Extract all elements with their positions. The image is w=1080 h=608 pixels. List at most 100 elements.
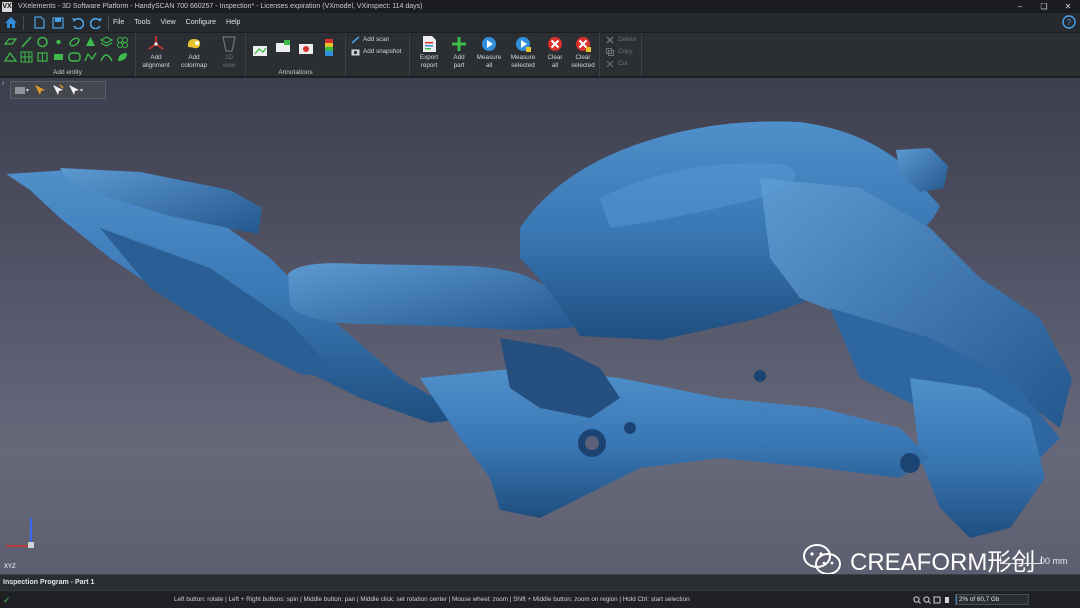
measure-selected-button[interactable]: Measure selected	[506, 35, 540, 70]
ellipse-entity-icon[interactable]	[67, 35, 81, 48]
memory-usage: 2% of 60,7 Gb	[955, 594, 1029, 605]
add-scan-button[interactable]: Add scan	[350, 35, 389, 44]
layers-entity-icon[interactable]	[99, 35, 113, 48]
grid-entity-icon[interactable]	[19, 50, 33, 63]
scan-icon	[350, 35, 360, 44]
add-snapshot-label: Add snapshot	[363, 48, 402, 55]
mouse-hints: Left button: rotate | Left + Right butto…	[174, 596, 690, 603]
menu-view[interactable]: View	[161, 19, 176, 26]
add-scan-label: Add scan	[363, 36, 390, 43]
add-colormap-label: Add colormap	[181, 54, 207, 69]
menu-separator	[108, 15, 109, 30]
menu-separator	[23, 15, 24, 30]
home-icon[interactable]	[3, 15, 19, 31]
wechat-icon	[803, 543, 841, 574]
report-icon	[420, 35, 438, 53]
line-entity-icon[interactable]	[19, 35, 33, 48]
alignment-group: Add alignment Add colormap 2D view	[136, 33, 246, 77]
leaf-entity-icon[interactable]	[115, 50, 129, 63]
copy-button[interactable]: Copy	[605, 47, 633, 56]
annotation-label-icon[interactable]	[274, 39, 292, 53]
close-button[interactable]: ✕	[1056, 0, 1080, 13]
cone-entity-icon[interactable]	[83, 35, 97, 48]
export-report-button[interactable]: Export report	[412, 35, 446, 70]
add-alignment-label: Add alignment	[142, 54, 170, 69]
scanned-motorcycle-model[interactable]	[0, 78, 1080, 574]
rectangle-entity-icon[interactable]	[51, 50, 65, 63]
zoom-out-icon[interactable]	[922, 595, 931, 604]
memory-fill	[956, 595, 958, 604]
sphere-entity-icon[interactable]	[67, 50, 81, 63]
help-icon[interactable]: ?	[1062, 15, 1076, 29]
add-part-button[interactable]: Add part	[442, 35, 476, 70]
title-bar: VX VXelements - 3D Software Platform - H…	[0, 0, 1080, 13]
inspection-program-panel[interactable]: Inspection Program - Part 1	[0, 574, 1080, 590]
plane-entity-icon[interactable]	[3, 35, 17, 48]
annotations-group: Annotations	[246, 33, 346, 77]
annotation-deviation-icon[interactable]	[252, 43, 270, 57]
scan-group: Add scan Add snapshot	[346, 33, 410, 77]
delete-button[interactable]: Delete	[605, 35, 636, 44]
zoom-in-icon[interactable]	[912, 595, 921, 604]
plus-icon	[450, 35, 468, 53]
measure-selected-icon	[514, 35, 532, 53]
entity-grid	[3, 35, 131, 65]
view-2d-button[interactable]: 2D view	[212, 35, 246, 70]
measure-selected-label: Measure selected	[510, 54, 536, 69]
new-file-icon[interactable]	[31, 15, 47, 31]
window-title: VXelements - 3D Software Platform - Hand…	[18, 3, 423, 10]
annotation-colorscale-icon[interactable]	[322, 39, 336, 57]
curve-entity-icon[interactable]	[99, 50, 113, 63]
minimize-button[interactable]: –	[1008, 0, 1032, 13]
add-part-label: Add part	[453, 54, 465, 69]
watermark-text: CREAFORM形创	[850, 549, 1036, 574]
slot-entity-icon[interactable]	[3, 50, 17, 63]
measure-all-button[interactable]: Measure all	[472, 35, 506, 70]
delete-label: Delete	[618, 36, 637, 43]
menu-bar: File Tools View Configure Help ?	[0, 13, 1080, 33]
menu-tools[interactable]: Tools	[134, 19, 150, 26]
annotation-gdt-icon[interactable]	[298, 41, 316, 55]
save-icon[interactable]	[50, 15, 66, 31]
clear-selected-icon	[574, 35, 592, 53]
clear-selected-label: Clear selected	[571, 54, 595, 69]
polyline-entity-icon[interactable]	[83, 50, 97, 63]
restore-button[interactable]: ❑	[1032, 0, 1056, 13]
colormap-icon	[185, 35, 203, 53]
menu-help[interactable]: Help	[226, 19, 240, 26]
cylinder-entity-icon[interactable]	[35, 50, 49, 63]
mount-hole-5	[754, 370, 766, 382]
panel-title: Inspection Program - Part 1	[3, 579, 95, 586]
redo-icon[interactable]	[88, 15, 104, 31]
add-snapshot-button[interactable]: Add snapshot	[350, 47, 402, 56]
watermark: CREAFORM形创	[802, 542, 1035, 574]
clear-selected-button[interactable]: Clear selected	[566, 35, 600, 70]
circle-entity-icon[interactable]	[35, 35, 49, 48]
export-report-label: Export report	[419, 54, 439, 69]
app-logo: VX	[2, 1, 12, 12]
cut-button[interactable]: Cut	[605, 59, 628, 68]
alignment-icon	[147, 35, 165, 53]
add-entity-label: Add entity	[53, 69, 82, 76]
add-colormap-button[interactable]: Add colormap	[177, 35, 211, 70]
frame-belly	[420, 368, 930, 518]
fit-view-icon[interactable]	[932, 595, 941, 604]
point-entity-icon[interactable]	[51, 35, 65, 48]
axis-label: XYZ	[4, 564, 16, 570]
copy-label: Copy	[618, 48, 633, 55]
multi-circle-entity-icon[interactable]	[115, 35, 129, 48]
copy-icon	[605, 47, 615, 56]
menu-file[interactable]: File	[113, 19, 124, 26]
3d-viewport[interactable]: › XYZ 00 mm CREAFORM形创	[0, 78, 1080, 574]
mount-hole-2	[585, 436, 599, 450]
view-2d-icon	[220, 35, 238, 53]
mount-hole-4	[624, 422, 636, 434]
undo-icon[interactable]	[69, 15, 85, 31]
edit-group: Delete Copy Cut	[600, 33, 642, 77]
cut-icon	[605, 59, 615, 68]
annotations-label: Annotations	[278, 69, 313, 76]
memory-icon	[942, 595, 951, 604]
add-alignment-button[interactable]: Add alignment	[139, 35, 173, 70]
menu-configure[interactable]: Configure	[186, 19, 216, 26]
mount-hole-3	[900, 453, 920, 473]
